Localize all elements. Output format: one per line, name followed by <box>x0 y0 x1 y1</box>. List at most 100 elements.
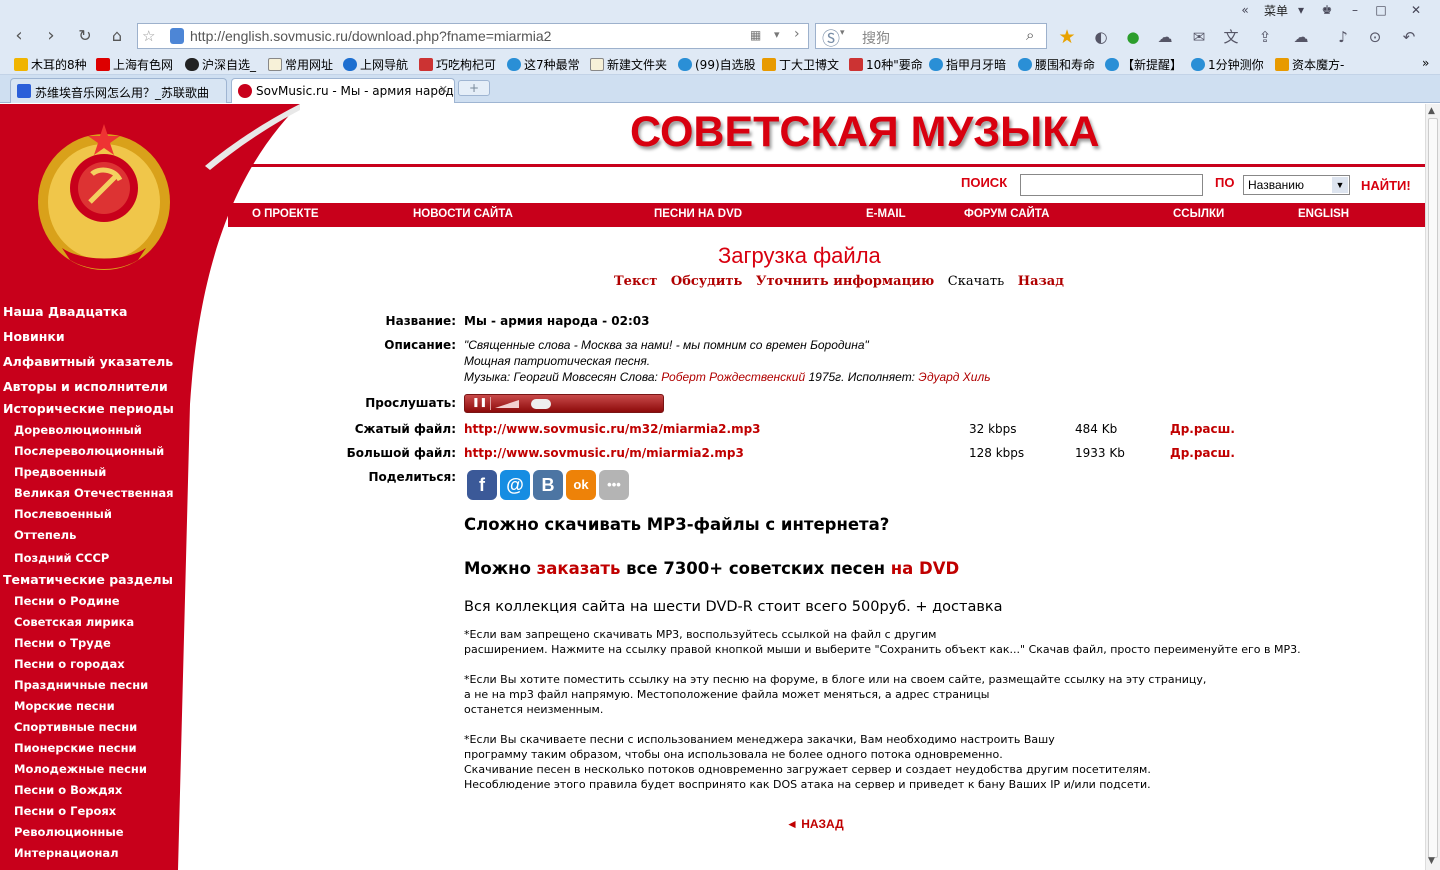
compressed-file-link[interactable]: http://www.sovmusic.ru/m32/miarmia2.mp3 <box>464 422 761 436</box>
sidebar-item-historical[interactable]: Исторические периоды <box>3 401 174 416</box>
dvd-link[interactable]: на DVD <box>891 559 959 578</box>
bookmark-item[interactable]: 木耳的8种 <box>14 56 87 73</box>
search-icon[interactable]: ⌕ <box>1026 26 1034 44</box>
mail-icon[interactable]: ✉ <box>1188 26 1210 48</box>
bookmark-item[interactable]: 腰围和寿命 <box>1018 56 1095 73</box>
bookmark-item[interactable]: 巧吃枸杞可 <box>419 56 496 73</box>
cloud-sync-icon[interactable]: ☁ <box>1290 26 1312 48</box>
sidebar-item-great-patriotic[interactable]: Великая Отечественная <box>14 486 174 500</box>
sidebar-item-holidays[interactable]: Праздничные песни <box>14 678 148 692</box>
sidebar-item-cities[interactable]: Песни о городах <box>14 657 125 671</box>
subnav-discuss[interactable]: Обсудить <box>671 274 742 289</box>
maximize-icon[interactable]: □ <box>1370 1 1392 19</box>
favorites-star-icon[interactable]: ★ <box>1056 26 1078 48</box>
address-dropdown-icon[interactable]: ▾ <box>774 28 780 41</box>
sidebar-item-lyrics[interactable]: Советская лирика <box>14 615 134 629</box>
bookmark-item[interactable]: 上海有色网 <box>96 56 173 73</box>
sidebar-item-prewar[interactable]: Предвоенный <box>14 465 106 479</box>
compressed-other-ext-link[interactable]: Др.расш. <box>1170 422 1235 436</box>
engine-dropdown-icon[interactable]: ▾ <box>840 28 845 38</box>
menu-dropdown-icon[interactable]: ▾ <box>1290 1 1312 19</box>
nav-about[interactable]: О ПРОЕКТЕ <box>252 208 319 220</box>
bookmark-item[interactable]: 1分钟测你 <box>1191 56 1264 73</box>
subnav-refine[interactable]: Уточнить информацию <box>756 274 934 289</box>
tab-sovmusic-howto[interactable]: 苏维埃音乐网怎么用？_苏联歌曲 <box>10 78 227 103</box>
sidebar-item-internationale[interactable]: Интернационал <box>14 846 119 860</box>
sidebar-item-new[interactable]: Новинки <box>3 329 65 344</box>
scroll-down-icon[interactable]: ▼ <box>1428 856 1435 866</box>
bookmark-item[interactable]: 资本魔方- <box>1275 56 1344 73</box>
order-link[interactable]: заказать <box>537 559 621 578</box>
bookmark-item[interactable]: 常用网址 <box>268 56 333 73</box>
site-title[interactable]: СОВЕТСКАЯ МУЗЫКА <box>630 108 1100 157</box>
vk-icon[interactable]: B <box>533 470 563 500</box>
more-share-icon[interactable]: ••• <box>599 470 629 500</box>
sidebar-item-top20[interactable]: Наша Двадцатка <box>3 304 127 319</box>
star-bookmark-icon[interactable]: ☆ <box>142 27 155 45</box>
mailru-icon[interactable]: @ <box>500 470 530 500</box>
sound-icon[interactable]: ♪ <box>1332 26 1354 48</box>
more-bookmarks-icon[interactable]: » <box>1422 56 1429 70</box>
minimize-icon[interactable]: – <box>1344 1 1366 19</box>
browser-menu[interactable]: 菜单 <box>1264 2 1288 19</box>
volume-icon[interactable] <box>495 399 519 409</box>
sidebar-item-thaw[interactable]: Оттепель <box>14 528 76 542</box>
sidebar-item-youth[interactable]: Молодежные песни <box>14 762 147 776</box>
sidebar-item-prerevolution[interactable]: Дореволюционный <box>14 423 142 437</box>
skin-icon[interactable]: ♚ <box>1316 1 1338 19</box>
sidebar-item-pioneer[interactable]: Пионерские песни <box>14 741 137 755</box>
progress-knob[interactable] <box>531 399 551 409</box>
close-window-icon[interactable]: ✕ <box>1405 1 1427 19</box>
odnoklassniki-icon[interactable]: ok <box>566 470 596 500</box>
bookmark-item[interactable]: 上网导航 <box>343 56 408 73</box>
sidebar-item-leaders[interactable]: Песни о Вождях <box>14 783 122 797</box>
double-chevron-icon[interactable]: « <box>1234 1 1256 19</box>
reload-icon[interactable]: ↻ <box>72 24 98 48</box>
bookmark-item[interactable]: 【新提醒】 <box>1105 56 1182 73</box>
nav-dvd[interactable]: ПЕСНИ НА DVD <box>654 208 742 220</box>
back-link[interactable]: ◄ НАЗАД <box>786 817 844 831</box>
qr-code-icon[interactable]: ▦ <box>750 28 761 42</box>
back-arrow-icon[interactable]: ‹ <box>6 24 32 48</box>
sidebar-item-postwar[interactable]: Послевоенный <box>14 507 112 521</box>
sidebar-item-thematic[interactable]: Тематические разделы <box>3 572 173 587</box>
translate-icon[interactable]: 文 <box>1220 26 1242 48</box>
nav-english[interactable]: ENGLISH <box>1298 208 1349 220</box>
sidebar-item-postrevolution[interactable]: Послереволюционный <box>14 444 164 458</box>
speedup-icon[interactable]: ◐ <box>1090 26 1112 48</box>
chevron-down-icon[interactable]: ▼ <box>1332 177 1348 193</box>
page-scrollbar[interactable]: ▲ ▼ <box>1425 104 1440 870</box>
address-bar[interactable]: ☆ http://english.sovmusic.ru/download.ph… <box>137 23 809 49</box>
facebook-icon[interactable]: f <box>467 470 497 500</box>
sidebar-item-heroes[interactable]: Песни о Героях <box>14 804 116 818</box>
chat-icon[interactable]: ● <box>1122 26 1144 48</box>
browser-search-placeholder[interactable]: 搜狗 <box>862 28 890 48</box>
share-icon[interactable]: ⇪ <box>1254 26 1276 48</box>
large-other-ext-link[interactable]: Др.расш. <box>1170 446 1235 460</box>
browser-search-box[interactable]: Ⓢ ▾ 搜狗 ⌕ <box>815 23 1047 50</box>
scroll-up-icon[interactable]: ▲ <box>1428 106 1435 116</box>
close-tab-icon[interactable]: ✕ <box>439 83 448 96</box>
lyricist-link[interactable]: Роберт Рождественский <box>661 370 805 384</box>
sidebar-item-sea[interactable]: Морские песни <box>14 699 115 713</box>
new-tab-button[interactable]: + <box>458 80 490 96</box>
forward-arrow-icon[interactable]: › <box>38 24 64 48</box>
subnav-text[interactable]: Текст <box>614 274 657 289</box>
bookmark-item[interactable]: 沪深自选_ <box>185 56 256 73</box>
large-file-link[interactable]: http://www.sovmusic.ru/m/miarmia2.mp3 <box>464 446 744 460</box>
nav-email[interactable]: E-MAIL <box>866 208 906 220</box>
nav-forum[interactable]: ФОРУМ САЙТА <box>964 208 1049 220</box>
performer-link[interactable]: Эдуард Хиль <box>918 370 990 384</box>
go-arrow-icon[interactable]: › <box>794 26 800 42</box>
sidebar-item-authors[interactable]: Авторы и исполнители <box>3 379 168 394</box>
audio-player[interactable]: ❚❚ <box>464 394 664 413</box>
sidebar-item-late-ussr[interactable]: Поздний СССР <box>14 551 109 565</box>
sidebar-item-motherland[interactable]: Песни о Родине <box>14 594 120 608</box>
bookmark-item[interactable]: 10种"要命 <box>849 56 923 73</box>
weibo-icon[interactable]: ☁ <box>1154 26 1176 48</box>
site-search-input[interactable] <box>1020 174 1203 196</box>
home-icon[interactable]: ⌂ <box>104 24 130 48</box>
sidebar-item-alphabet[interactable]: Алфавитный указатель <box>3 354 173 369</box>
pause-icon[interactable]: ❚❚ <box>469 397 491 410</box>
nav-links[interactable]: ССЫЛКИ <box>1173 208 1224 220</box>
